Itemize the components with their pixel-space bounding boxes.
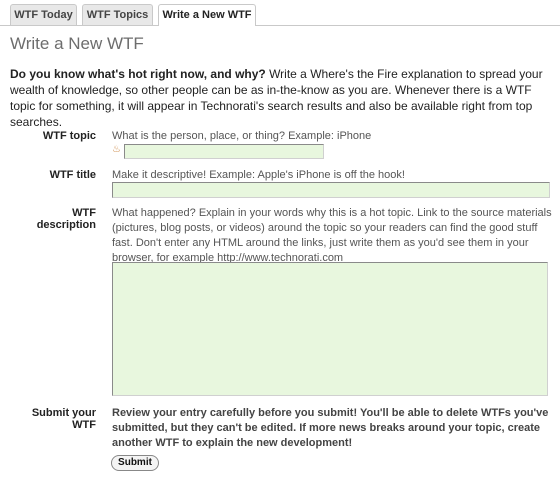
submit-label: Submit your WTF [31, 407, 96, 431]
description-hint: What happened? Explain in your words why… [112, 207, 552, 264]
topic-input[interactable] [124, 144, 324, 159]
topic-hint: What is the person, place, or thing? Exa… [112, 130, 372, 142]
tab-wtf-topics[interactable]: WTF Topics [82, 4, 153, 25]
description-textarea[interactable] [112, 262, 548, 396]
tab-bar: WTF Today WTF Topics Write a New WTF [0, 0, 560, 26]
tab-write-new-wtf[interactable]: Write a New WTF [158, 4, 256, 26]
intro-paragraph: Do you know what's hot right now, and wh… [10, 66, 550, 130]
description-label: WTF description [36, 207, 96, 231]
topic-label: WTF topic [42, 130, 96, 142]
submit-hint: Review your entry carefully before you s… [112, 407, 549, 449]
page-title: Write a New WTF [10, 34, 144, 53]
submit-button[interactable]: Submit [111, 455, 159, 471]
title-input[interactable] [112, 182, 550, 198]
title-label: WTF title [49, 169, 96, 181]
title-hint: Make it descriptive! Example: Apple's iP… [112, 169, 405, 181]
tab-wtf-today[interactable]: WTF Today [10, 4, 77, 25]
flame-icon: ♨ [112, 144, 121, 155]
intro-bold: Do you know what's hot right now, and wh… [10, 67, 266, 81]
